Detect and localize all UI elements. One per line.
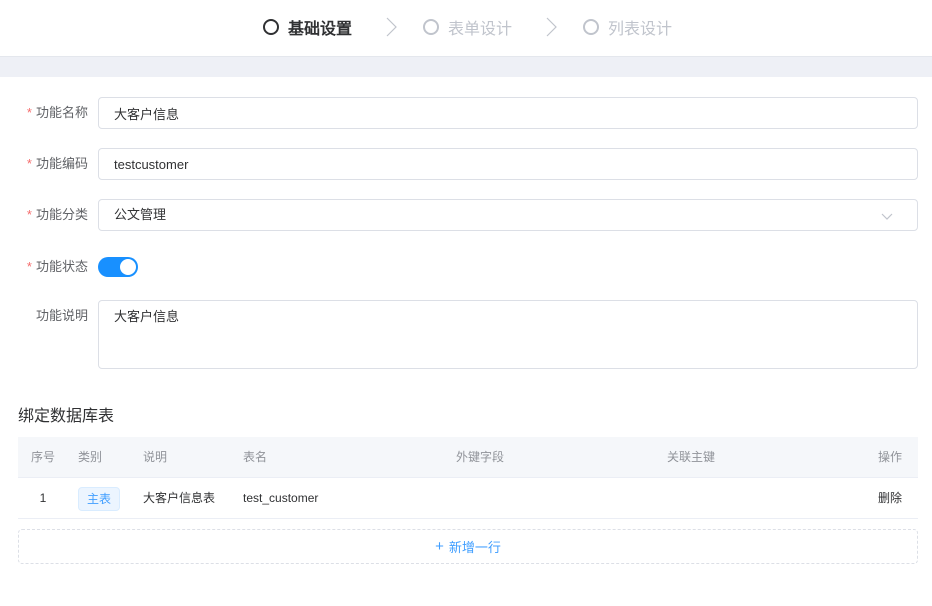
function-code-input[interactable] <box>98 148 918 180</box>
col-action-header: 操作 <box>877 450 902 464</box>
chevron-right-icon <box>383 16 399 38</box>
add-row-button[interactable]: + 新增一行 <box>18 529 918 564</box>
step-label: 表单设计 <box>448 21 513 38</box>
row-index: 1 <box>39 491 47 505</box>
step-circle-icon <box>423 19 439 35</box>
required-asterisk: * <box>26 259 32 274</box>
col-table-name-header: 表名 <box>243 450 268 464</box>
function-category-select[interactable]: 公文管理 <box>98 199 918 231</box>
required-asterisk: * <box>26 156 32 171</box>
function-category-value: 公文管理 <box>114 207 167 222</box>
plus-icon: + <box>435 538 444 555</box>
function-status-label: * 功能状态 <box>26 259 88 274</box>
chevron-right-icon <box>543 16 559 38</box>
function-status-toggle[interactable] <box>98 257 138 277</box>
step-form-design[interactable]: 表单设计 <box>423 16 512 38</box>
toggle-knob <box>120 259 136 275</box>
row-desc: 大客户信息表 <box>143 491 216 505</box>
bind-table-section-title: 绑定数据库表 <box>18 408 115 425</box>
function-name-input[interactable] <box>98 97 918 129</box>
add-row-label: 新增一行 <box>448 540 501 555</box>
table-row: 1 主表 大客户信息表 test_customer 删除 <box>18 478 918 519</box>
function-description-label: 功能说明 <box>35 308 88 323</box>
header-divider-band <box>0 57 932 77</box>
function-description-textarea[interactable]: 大客户信息 <box>98 300 918 369</box>
chevron-down-icon <box>881 210 893 222</box>
step-circle-icon <box>583 19 599 35</box>
step-label: 基础设置 <box>288 21 353 38</box>
function-code-label: * 功能编码 <box>26 156 88 171</box>
col-foreign-key-header: 外键字段 <box>456 450 505 464</box>
step-label: 列表设计 <box>608 21 673 38</box>
main-table-tag: 主表 <box>78 486 121 511</box>
bind-table: 序号 类别 说明 表名 外键字段 关联主键 操作 1 主表 大客户信息表 tes… <box>18 437 918 519</box>
step-circle-icon <box>263 19 279 35</box>
row-table-name: test_customer <box>243 491 319 505</box>
required-asterisk: * <box>26 105 32 120</box>
step-list-design[interactable]: 列表设计 <box>583 16 672 38</box>
col-primary-key-header: 关联主键 <box>667 450 716 464</box>
row-type-cell: 主表 <box>78 478 121 518</box>
function-name-label: * 功能名称 <box>26 105 88 120</box>
table-header: 序号 类别 说明 表名 外键字段 关联主键 操作 <box>18 437 918 478</box>
step-basic-settings[interactable]: 基础设置 <box>263 16 352 38</box>
function-category-label: * 功能分类 <box>26 207 88 222</box>
required-asterisk: * <box>26 207 32 222</box>
col-type-header: 类别 <box>78 450 103 464</box>
steps-bar: 基础设置 表单设计 列表设计 <box>0 0 932 57</box>
row-delete-button[interactable]: 删除 <box>878 478 902 518</box>
col-desc-header: 说明 <box>143 450 168 464</box>
col-index-header: 序号 <box>30 450 55 464</box>
